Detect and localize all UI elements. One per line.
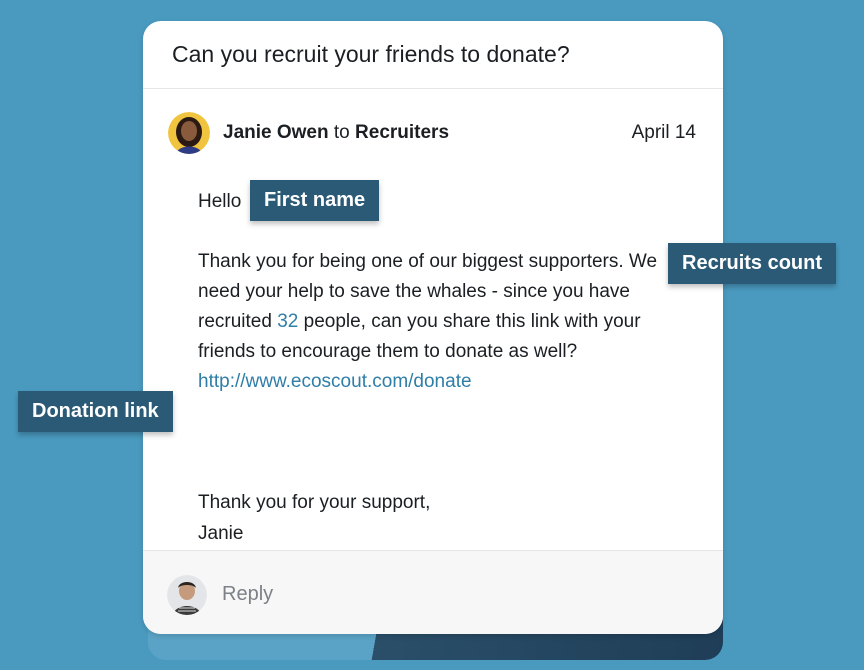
message-date: April 14 bbox=[631, 122, 696, 143]
recipient-name: Recruiters bbox=[355, 122, 450, 143]
first-name-tag: First name bbox=[250, 180, 380, 221]
sender-avatar bbox=[168, 112, 210, 154]
greeting: Hello bbox=[198, 191, 242, 212]
signoff-line-1: Thank you for your support, bbox=[198, 492, 431, 513]
recruits-count-tag: Recruits count bbox=[668, 243, 837, 284]
reply-input[interactable]: Reply bbox=[222, 583, 273, 606]
email-card: Can you recruit your friends to donate? … bbox=[143, 21, 723, 634]
recruit-count: 32 bbox=[277, 311, 299, 332]
reply-bar[interactable]: Reply bbox=[143, 550, 723, 634]
signoff-line-2: Janie bbox=[198, 523, 244, 544]
user-avatar bbox=[167, 575, 207, 615]
email-subject: Can you recruit your friends to donate? bbox=[172, 41, 570, 67]
donation-link[interactable]: http://www.ecoscout.com/donate bbox=[198, 371, 472, 392]
to-word: to bbox=[333, 122, 350, 143]
divider bbox=[143, 88, 723, 89]
signoff: Thank you for your support, Janie bbox=[198, 487, 430, 549]
sender-line: Janie Owen to Recruiters bbox=[223, 122, 449, 144]
sender-name: Janie Owen bbox=[223, 122, 329, 143]
donation-link-tag: Donation link bbox=[18, 391, 173, 432]
message-body: Thank you for being one of our biggest s… bbox=[198, 247, 678, 397]
